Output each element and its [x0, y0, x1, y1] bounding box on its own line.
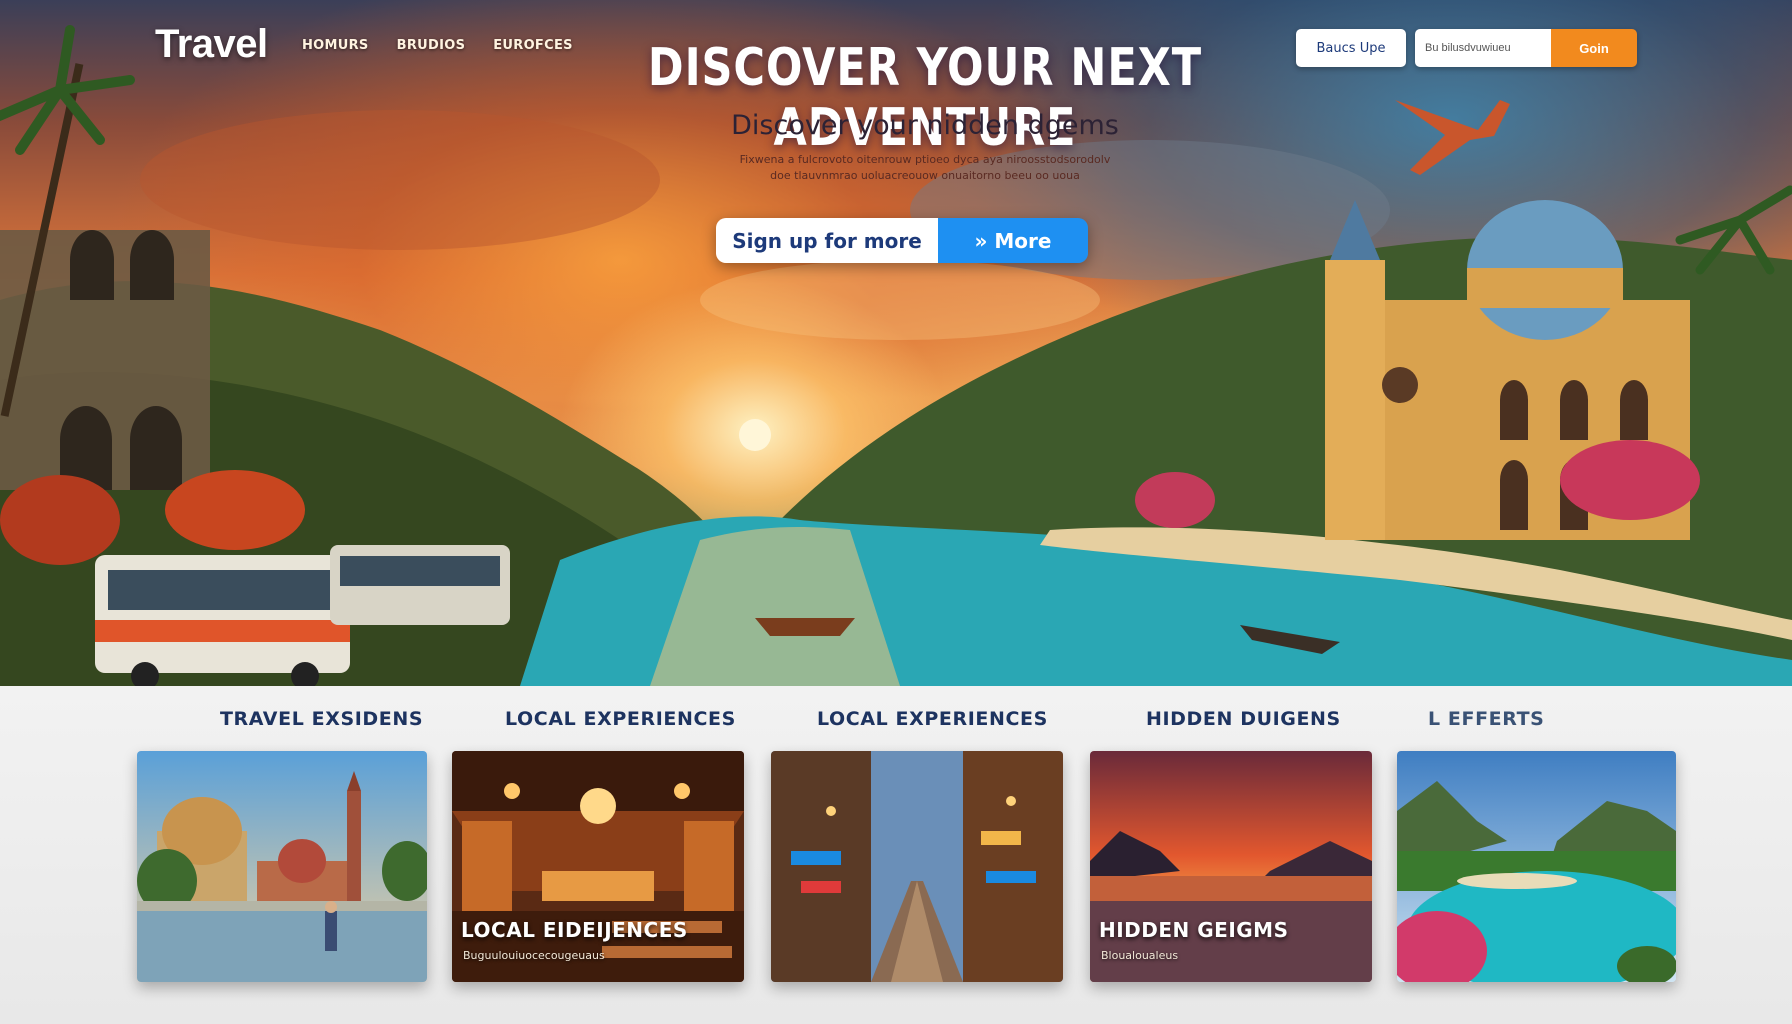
card-overlay-subtitle: Bloualoualeus — [1101, 949, 1179, 962]
hero-body-line-2: doe tlauvnmrao uoluacreouow onuaitorno b… — [770, 169, 1080, 182]
card-overlay-subtitle: Buguulouiuocecougeuaus — [463, 949, 605, 962]
hero-cta-group: Sign up for more » More — [716, 218, 1088, 263]
hero-body-line-1: Fixwena a fulcrovoto oitenrouw ptioeo dy… — [739, 153, 1111, 166]
signup-button[interactable]: Baucs Upe — [1296, 29, 1406, 67]
category-card-travel[interactable] — [137, 751, 427, 982]
card-overlay-title: HIDDEN GEIGMS — [1099, 918, 1289, 942]
category-label-hidden[interactable]: HIDDEN DUIGENS — [1146, 708, 1341, 730]
category-label-local-1[interactable]: LOCAL EXPERIENCES — [505, 708, 736, 730]
search-box: Goin — [1415, 29, 1637, 67]
hero-body-text: Fixwena a fulcrovoto oitenrouw ptioeo dy… — [700, 152, 1150, 184]
category-card-local-experiences-1[interactable]: LOCAL EIDEIJENCES Buguulouiuocecougeuaus — [452, 751, 744, 982]
card-image-street — [771, 751, 1063, 982]
category-label-travel[interactable]: TRAVEL EXSIDENS — [220, 708, 423, 730]
card-image-restaurant — [452, 751, 744, 982]
card-image-sunset — [1090, 751, 1372, 982]
category-card-local-experiences-2[interactable] — [771, 751, 1063, 982]
card-image-mosque — [137, 751, 427, 982]
brand-logo[interactable]: Travel — [155, 22, 268, 67]
search-input[interactable] — [1415, 29, 1551, 67]
nav-item-eurofces[interactable]: EUROFCES — [493, 38, 573, 53]
category-card-hidden-gems[interactable]: HIDDEN GEIGMS Bloualoualeus — [1090, 751, 1372, 982]
nav-item-homurs[interactable]: HOMURS — [302, 38, 369, 53]
category-label-local-2[interactable]: LOCAL EXPERIENCES — [817, 708, 1048, 730]
category-label-efferts[interactable]: L EFFERTS — [1428, 708, 1544, 730]
signup-for-more-button[interactable]: Sign up for more — [716, 218, 938, 263]
card-overlay-title: LOCAL EIDEIJENCES — [461, 918, 688, 942]
header-actions: Baucs Upe Goin — [1296, 29, 1637, 67]
main-nav: HOMURS BRUDIOS EUROFCES — [302, 38, 573, 53]
category-card-efferts[interactable] — [1397, 751, 1676, 982]
more-button[interactable]: » More — [938, 218, 1088, 263]
search-submit-button[interactable]: Goin — [1551, 29, 1637, 67]
card-image-lagoon — [1397, 751, 1676, 982]
nav-item-brudios[interactable]: BRUDIOS — [397, 38, 466, 53]
hero-banner: Travel HOMURS BRUDIOS EUROFCES DISCOVER … — [0, 0, 1792, 686]
hero-subheadline: Discover your nidden dgems — [731, 110, 1119, 141]
